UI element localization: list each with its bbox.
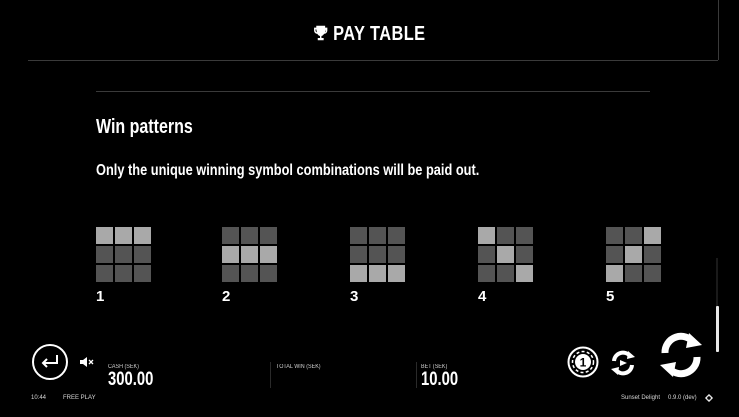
pattern-cell [241, 227, 258, 244]
win-pattern-4: 4 [478, 227, 538, 305]
coin-value: 1 [580, 356, 587, 370]
back-button[interactable] [32, 344, 68, 380]
pattern-cell [369, 246, 386, 263]
title-text: PAY TABLE [333, 23, 426, 45]
autoplay-icon [611, 350, 635, 376]
pattern-cell [388, 227, 405, 244]
sound-muted-icon[interactable] [80, 357, 94, 367]
pattern-cell [96, 246, 113, 263]
pattern-cell [516, 227, 533, 244]
spin-button[interactable] [656, 330, 706, 380]
pattern-cell [478, 265, 495, 282]
pattern-cell-highlighted [516, 265, 533, 282]
pattern-cell [96, 265, 113, 282]
pattern-cell [644, 265, 661, 282]
pattern-cell-highlighted [115, 227, 132, 244]
pattern-grid [606, 227, 666, 282]
pattern-cell [369, 227, 386, 244]
pattern-cell [260, 227, 277, 244]
pattern-cell [134, 246, 151, 263]
coin-icon: 1 [567, 346, 599, 378]
footer-divider [270, 362, 271, 388]
pattern-cell [606, 227, 623, 244]
pay-table-title: PAY TABLE [67, 23, 673, 46]
coin-value-button[interactable]: 1 [567, 346, 599, 378]
bet-display: BET (SEK) 10.00 [421, 364, 469, 390]
header: PAY TABLE [0, 0, 739, 60]
pattern-cell [516, 246, 533, 263]
pattern-cell [388, 246, 405, 263]
pattern-cell-highlighted [96, 227, 113, 244]
pattern-cell-highlighted [350, 265, 367, 282]
footer-divider [416, 362, 417, 388]
win-pattern-1: 1 [96, 227, 156, 305]
section-description: Only the unique winning symbol combinati… [96, 162, 480, 179]
cash-value: 300.00 [108, 369, 154, 390]
pattern-grid [222, 227, 282, 282]
pattern-cell [260, 265, 277, 282]
pattern-cell-highlighted [369, 265, 386, 282]
pattern-cell [222, 265, 239, 282]
pattern-number: 1 [96, 288, 105, 305]
section-divider [96, 91, 650, 92]
game-version: 0.9.0 (dev) [668, 395, 697, 401]
header-edge [718, 0, 719, 60]
return-arrow-icon [41, 355, 58, 368]
pattern-cell [222, 227, 239, 244]
pattern-cell-highlighted [241, 246, 258, 263]
trophy-icon [314, 25, 328, 41]
win-pattern-3: 3 [350, 227, 410, 305]
pattern-cell-highlighted [134, 227, 151, 244]
pattern-cell [497, 265, 514, 282]
pattern-number: 3 [350, 288, 359, 305]
pattern-cell-highlighted [222, 246, 239, 263]
total-win-label: TOTAL WIN (SEK) [276, 364, 321, 370]
pattern-cell-highlighted [497, 246, 514, 263]
pattern-cell [350, 227, 367, 244]
pattern-cell [497, 227, 514, 244]
pattern-grid [350, 227, 410, 282]
win-pattern-5: 5 [606, 227, 666, 305]
pattern-cell [115, 265, 132, 282]
cash-display: CASH (SEK) 300.00 [108, 364, 166, 390]
pattern-cell [625, 227, 642, 244]
pattern-cell-highlighted [478, 227, 495, 244]
pattern-cell-highlighted [388, 265, 405, 282]
pattern-number: 5 [606, 288, 615, 305]
pattern-cell [625, 265, 642, 282]
autoplay-button[interactable] [608, 348, 638, 378]
pattern-grid [478, 227, 538, 282]
pattern-cell-highlighted [644, 227, 661, 244]
pattern-cell [350, 246, 367, 263]
pattern-cell-highlighted [260, 246, 277, 263]
pattern-cell [644, 246, 661, 263]
clock: 10:44 [31, 395, 47, 401]
pattern-cell [241, 265, 258, 282]
pattern-number: 4 [478, 288, 487, 305]
scrollbar-thumb[interactable] [716, 306, 719, 352]
win-pattern-2: 2 [222, 227, 282, 305]
header-divider [28, 60, 718, 61]
pattern-cell [134, 265, 151, 282]
pattern-grid [96, 227, 156, 282]
pattern-cell [115, 246, 132, 263]
pattern-cell-highlighted [606, 265, 623, 282]
pattern-cell [606, 246, 623, 263]
total-win-display: TOTAL WIN (SEK) [276, 364, 326, 370]
game-name: Sunset Delight [621, 395, 661, 401]
bet-value: 10.00 [421, 369, 459, 390]
pattern-cell [478, 246, 495, 263]
pattern-number: 2 [222, 288, 231, 305]
spin-icon [660, 332, 702, 378]
section-heading: Win patterns [96, 116, 193, 138]
settings-gear-icon[interactable] [705, 394, 713, 402]
play-mode: FREE PLAY [63, 395, 96, 401]
pattern-cell-highlighted [625, 246, 642, 263]
